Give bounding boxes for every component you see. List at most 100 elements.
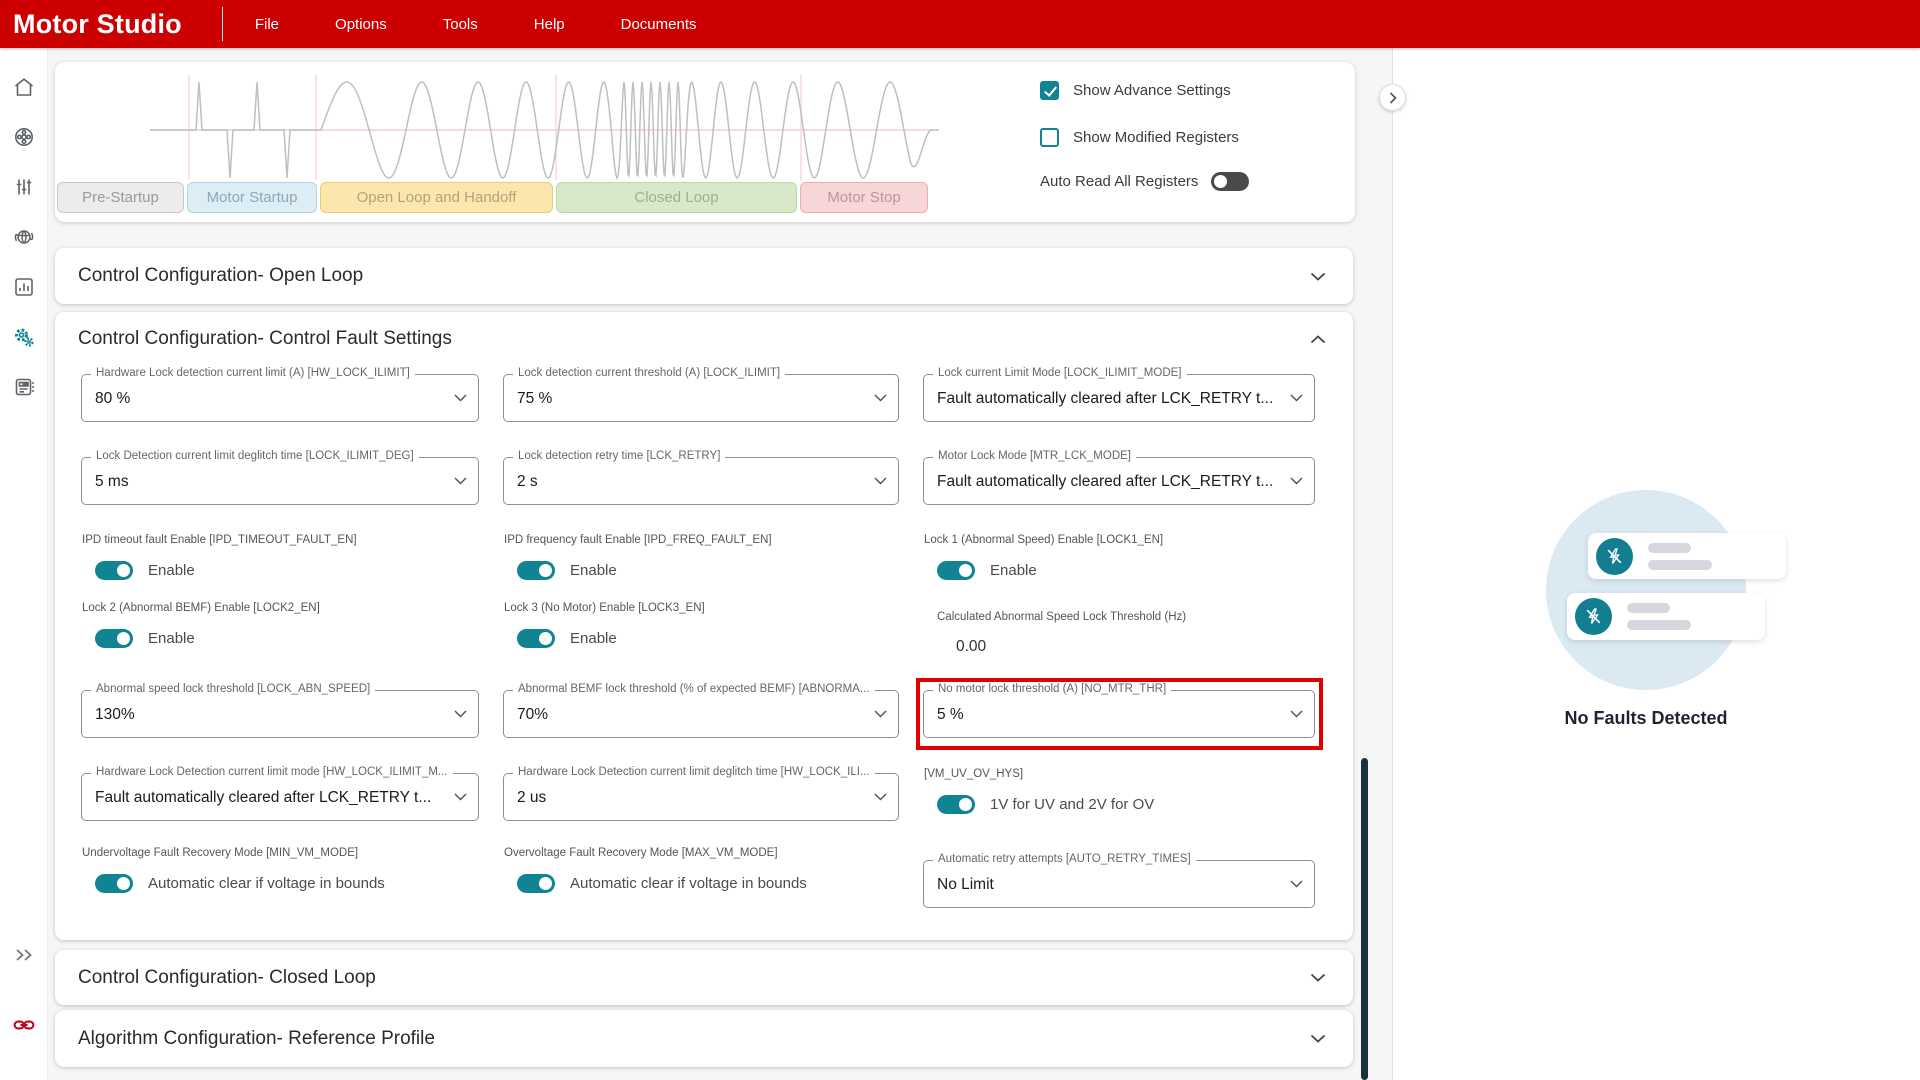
view-settings: Show Advance Settings Show Modified Regi… (1040, 78, 1250, 191)
app-brand: Motor Studio (13, 8, 182, 39)
field-value: Fault automatically cleared after LCK_RE… (937, 390, 1274, 407)
settings-gears-icon[interactable] (12, 325, 36, 349)
field-cell-lock-ilimit: Lock detection current threshold (A) [LO… (503, 366, 899, 449)
register-map-icon[interactable] (12, 375, 36, 399)
stage-pre-startup[interactable]: Pre-Startup (57, 182, 184, 213)
section-title: Algorithm Configuration- Reference Profi… (78, 1027, 435, 1049)
stage-motor-startup[interactable]: Motor Startup (187, 182, 317, 213)
no-faults-illustration (1546, 490, 1746, 690)
field-label: Abnormal BEMF lock threshold (% of expec… (513, 683, 875, 695)
menu-help[interactable]: Help (534, 16, 565, 33)
stage-open-loop[interactable]: Open Loop and Handoff (320, 182, 553, 213)
menu-documents[interactable]: Documents (621, 16, 697, 33)
toggle-lock1-en[interactable] (937, 561, 975, 580)
panel-expand-button[interactable] (1379, 84, 1406, 111)
field-label: Motor Lock Mode [MTR_LCK_MODE] (933, 450, 1137, 462)
field-cell-hw-lock-ili: Hardware Lock Detection current limit de… (503, 765, 899, 844)
menu-options[interactable]: Options (335, 16, 387, 33)
section-reference-profile-header[interactable]: Algorithm Configuration- Reference Profi… (55, 1010, 1353, 1067)
stage-closed-loop[interactable]: Closed Loop (556, 182, 797, 213)
field-cell-mtr-lck-mode: Motor Lock Mode [MTR_LCK_MODE] Fault aut… (923, 449, 1315, 531)
field-cell-no-mtr-thr: No motor lock threshold (A) [NO_MTR_THR]… (916, 678, 1323, 765)
illustration-card (1567, 593, 1765, 640)
field-label: Lock current Limit Mode [LOCK_ILIMIT_MOD… (933, 367, 1187, 379)
select-abnorma[interactable]: Abnormal BEMF lock threshold (% of expec… (503, 683, 899, 738)
menu-file[interactable]: File (255, 16, 279, 33)
vertical-scrollbar[interactable] (1361, 758, 1368, 1080)
sync-globe-icon[interactable] (12, 225, 36, 249)
placeholder-text-bars (1648, 536, 1712, 577)
toggle-ipd-freq-fault-en[interactable] (517, 561, 555, 580)
field-value: 130% (95, 706, 135, 723)
select-hw-lock-ili[interactable]: Hardware Lock Detection current limit de… (503, 766, 899, 821)
chevron-down-icon (874, 793, 887, 801)
chevron-down-icon (1310, 973, 1326, 982)
left-icon-sidebar (0, 48, 48, 1080)
section-control-fault-settings: Control Configuration- Control Fault Set… (55, 312, 1353, 940)
show-modified-registers-checkbox[interactable] (1040, 127, 1059, 147)
select-mtr-lck-mode[interactable]: Motor Lock Mode [MTR_LCK_MODE] Fault aut… (923, 450, 1315, 505)
section-closed-loop-header[interactable]: Control Configuration- Closed Loop (55, 950, 1353, 1005)
field-value: 5 % (937, 706, 964, 723)
toggle-state-label: Enable (570, 562, 617, 579)
field-value: 5 ms (95, 473, 129, 490)
auto-read-all-registers-label: Auto Read All Registers (1040, 173, 1199, 190)
chevron-down-icon (1290, 394, 1303, 402)
field-cell-lck-retry: Lock detection retry time [LCK_RETRY] 2 … (503, 449, 899, 531)
chevron-down-icon (874, 710, 887, 718)
toggle-min-vm-mode[interactable] (95, 874, 133, 893)
select-lock-ilimit[interactable]: Lock detection current threshold (A) [LO… (503, 367, 899, 422)
section-title: Control Configuration- Closed Loop (78, 966, 376, 988)
analytics-icon[interactable] (12, 275, 36, 299)
field-cell-ipd-timeout-fault-en: IPD timeout fault Enable [IPD_TIMEOUT_FA… (81, 531, 479, 599)
select-hw-lock-ilimit[interactable]: Hardware Lock detection current limit (A… (81, 367, 479, 422)
select-lock-ilimit-deg[interactable]: Lock Detection current limit deglitch ti… (81, 450, 479, 505)
select-no-mtr-thr[interactable]: No motor lock threshold (A) [NO_MTR_THR]… (916, 678, 1323, 750)
field-label: Calculated Abnormal Speed Lock Threshold… (937, 611, 1187, 623)
tune-icon[interactable] (12, 175, 36, 199)
field-value: No Limit (937, 876, 994, 893)
toggle-lock3-en[interactable] (517, 629, 555, 648)
field-label: Lock 1 (Abnormal Speed) Enable [LOCK1_EN… (924, 534, 1164, 546)
menu-separator (221, 7, 223, 41)
field-cell-lock2-en: Lock 2 (Abnormal BEMF) Enable [LOCK2_EN]… (81, 599, 479, 682)
auto-read-all-registers-toggle[interactable] (1211, 172, 1250, 191)
toggle-lock2-en[interactable] (95, 629, 133, 648)
stage-motor-stop[interactable]: Motor Stop (800, 182, 928, 213)
field-value: Fault automatically cleared after LCK_RE… (95, 789, 432, 806)
chevron-down-icon (874, 477, 887, 485)
toggle-state-label: Enable (148, 562, 195, 579)
toggle-state-label: Automatic clear if voltage in bounds (148, 875, 385, 892)
select-auto-retry-times[interactable]: Automatic retry attempts [AUTO_RETRY_TIM… (923, 853, 1315, 908)
app-header: Motor Studio File Options Tools Help Doc… (0, 0, 1920, 48)
chevron-down-icon (1290, 477, 1303, 485)
section-open-loop-header[interactable]: Control Configuration- Open Loop (55, 248, 1353, 304)
select-lock-ilimit-mode[interactable]: Lock current Limit Mode [LOCK_ILIMIT_MOD… (923, 367, 1315, 422)
select-lock-abn-speed[interactable]: Abnormal speed lock threshold [LOCK_ABN_… (81, 683, 479, 738)
toggle-max-vm-mode[interactable] (517, 874, 555, 893)
menu-tools[interactable]: Tools (443, 16, 478, 33)
toggle-vm-uv-ov-hys[interactable] (937, 795, 975, 814)
field-label: Hardware Lock Detection current limit de… (513, 766, 875, 778)
field-value: Fault automatically cleared after LCK_RE… (937, 473, 1274, 490)
section-fault-settings-header[interactable]: Control Configuration- Control Fault Set… (55, 312, 1353, 366)
show-advance-settings-checkbox[interactable] (1040, 80, 1059, 100)
field-label: Lock Detection current limit deglitch ti… (91, 450, 419, 462)
field-cell-auto-retry-times: Automatic retry attempts [AUTO_RETRY_TIM… (923, 844, 1315, 908)
field-label: Hardware Lock Detection current limit mo… (91, 766, 453, 778)
select-lck-retry[interactable]: Lock detection retry time [LCK_RETRY] 2 … (503, 450, 899, 505)
field-label: Lock detection current threshold (A) [LO… (513, 367, 786, 379)
home-icon[interactable] (12, 75, 36, 99)
section-reference-profile: Algorithm Configuration- Reference Profi… (55, 1010, 1353, 1067)
motor-icon[interactable] (12, 125, 36, 149)
select-hw-lock-ilimit-m[interactable]: Hardware Lock Detection current limit mo… (81, 766, 479, 821)
show-advance-settings-label: Show Advance Settings (1073, 81, 1231, 99)
toggle-ipd-timeout-fault-en[interactable] (95, 561, 133, 580)
field-cell-calculated-abnormal-speed-lock-threshold-hz: Calculated Abnormal Speed Lock Threshold… (923, 599, 1315, 682)
chevron-down-icon (1310, 272, 1326, 281)
field-label: [VM_UV_OV_HYS] (924, 768, 1024, 780)
field-label: Overvoltage Fault Recovery Mode [MAX_VM_… (504, 847, 778, 859)
collapse-double-chevron-icon[interactable] (12, 943, 36, 967)
section-title: Control Configuration- Control Fault Set… (78, 328, 452, 349)
link-icon[interactable] (12, 1013, 36, 1037)
